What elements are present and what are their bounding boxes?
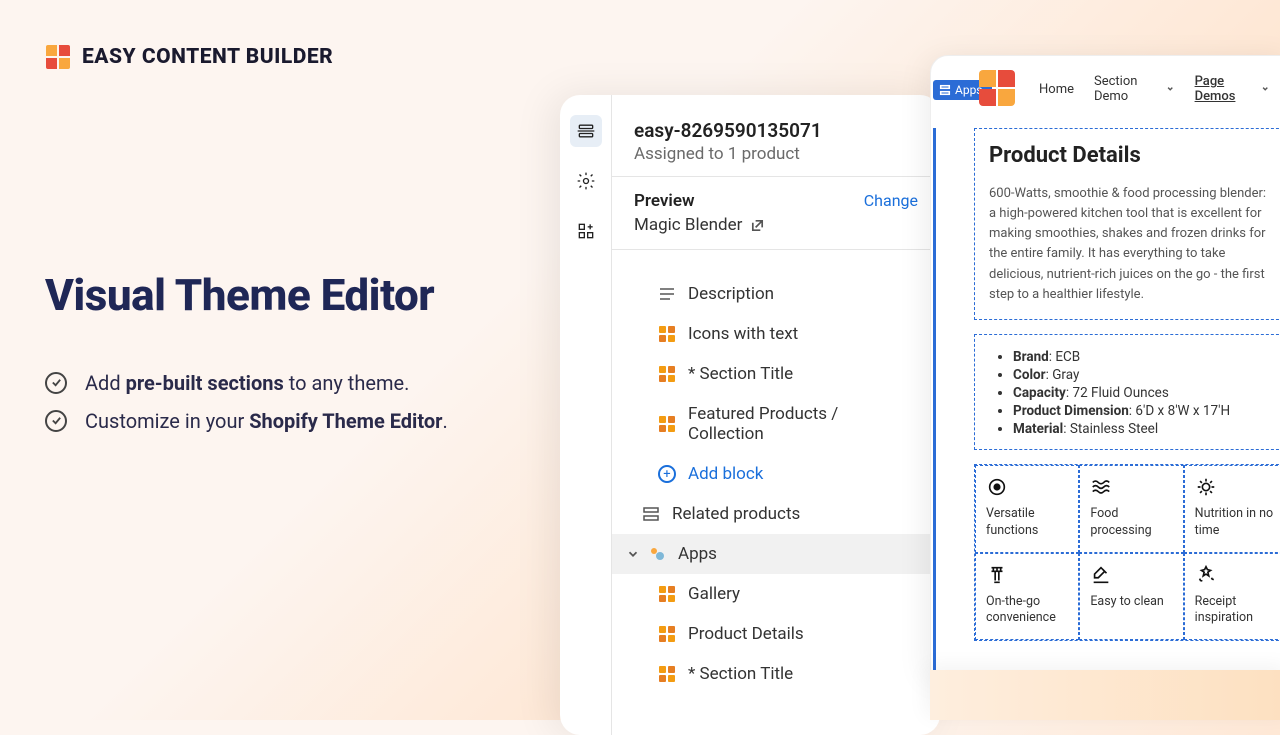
block-section-title-2[interactable]: * Section Title xyxy=(612,654,940,694)
feature-item: Customize in your Shopify Theme Editor. xyxy=(45,409,448,433)
app-block-icon xyxy=(659,666,675,682)
product-details-description: 600-Watts, smoothie & food processing bl… xyxy=(989,184,1274,305)
block-section-title[interactable]: * Section Title xyxy=(612,354,940,394)
feature-icon xyxy=(1090,476,1112,498)
spec-item: Capacity: 72 Fluid Ounces xyxy=(1013,385,1274,401)
feature-label: Receipt inspiration xyxy=(1195,594,1277,628)
block-featured-products[interactable]: Featured Products / Collection xyxy=(612,394,940,454)
feature-item: Add pre-built sections to any theme. xyxy=(45,371,448,395)
chevron-down-icon xyxy=(626,547,640,561)
grid-plus-icon xyxy=(576,221,596,241)
editor-header: easy-8269590135071 Assigned to 1 product xyxy=(612,95,940,177)
feature-icon-cell: Food processing xyxy=(1079,465,1183,553)
nav-section-demo[interactable]: Section Demo xyxy=(1094,74,1175,104)
gear-icon xyxy=(576,171,596,191)
feature-icon-cell: Versatile functions xyxy=(975,465,1079,553)
block-icons-text[interactable]: Icons with text xyxy=(612,314,940,354)
feature-label: Versatile functions xyxy=(986,506,1068,540)
hero-title: Visual Theme Editor xyxy=(45,270,448,321)
section-related-products[interactable]: Related products xyxy=(612,494,940,534)
add-block-button[interactable]: + Add block xyxy=(612,454,940,494)
settings-tab[interactable] xyxy=(570,165,602,197)
feature-icon xyxy=(1195,476,1217,498)
check-icon xyxy=(45,372,67,394)
app-block-icon xyxy=(659,416,675,432)
feature-icon xyxy=(986,564,1008,586)
app-block-icon xyxy=(659,326,675,342)
editor-rail xyxy=(560,95,612,735)
lines-icon xyxy=(658,285,676,303)
block-product-details[interactable]: Product Details xyxy=(612,614,940,654)
chevron-down-icon xyxy=(1166,84,1174,94)
nav-page-demos[interactable]: Page Demos xyxy=(1195,74,1269,104)
brand-name: EASY CONTENT BUILDER xyxy=(82,45,333,69)
apps-tab[interactable] xyxy=(570,215,602,247)
block-gallery[interactable]: Gallery xyxy=(612,574,940,614)
external-link-icon xyxy=(750,218,765,233)
sections-tab[interactable] xyxy=(570,115,602,147)
feature-text: Add pre-built sections to any theme. xyxy=(85,371,409,395)
nav-home[interactable]: Home xyxy=(1039,82,1074,97)
preview-product[interactable]: Magic Blender xyxy=(634,215,918,235)
spec-item: Product Dimension: 6'D x 8'W x 17'H xyxy=(1013,403,1274,419)
template-name: easy-8269590135071 xyxy=(634,119,918,142)
app-block-icon xyxy=(659,366,675,382)
feature-icon xyxy=(1195,564,1217,586)
section-icon xyxy=(642,505,660,523)
app-block-icon xyxy=(659,626,675,642)
change-preview-link[interactable]: Change xyxy=(864,191,918,210)
plus-circle-icon: + xyxy=(658,465,676,483)
site-logo-icon xyxy=(979,70,1015,106)
editor-body: easy-8269590135071 Assigned to 1 product… xyxy=(612,95,940,735)
brand-logo: EASY CONTENT BUILDER xyxy=(46,45,333,69)
feature-text: Customize in your Shopify Theme Editor. xyxy=(85,409,448,433)
feature-list: Add pre-built sections to any theme. Cus… xyxy=(45,371,448,433)
feature-icon-cell: Easy to clean xyxy=(1079,553,1183,641)
block-description[interactable]: Description xyxy=(612,274,940,314)
feature-icon-cell: Nutrition in no time xyxy=(1184,465,1280,553)
hero-section: Visual Theme Editor Add pre-built sectio… xyxy=(45,270,448,447)
chevron-down-icon xyxy=(1261,84,1269,94)
spec-item: Material: Stainless Steel xyxy=(1013,421,1274,437)
app-block-icon xyxy=(659,586,675,602)
sections-list: Description Icons with text * Section Ti… xyxy=(612,250,940,735)
spec-list: Brand: ECB Color: Gray Capacity: 72 Fluid … xyxy=(989,349,1274,437)
feature-label: Easy to clean xyxy=(1090,594,1172,611)
product-details-block[interactable]: Product Details 600-Watts, smoothie & fo… xyxy=(974,128,1280,320)
product-specs-block[interactable]: Brand: ECB Color: Gray Capacity: 72 Fluid … xyxy=(974,334,1280,450)
template-assigned: Assigned to 1 product xyxy=(634,144,918,164)
check-icon xyxy=(45,410,67,432)
spec-item: Brand: ECB xyxy=(1013,349,1274,365)
feature-label: Food processing xyxy=(1090,506,1172,540)
icon-features-block[interactable]: Versatile functions Food processing Nutrit… xyxy=(974,464,1280,642)
spec-item: Color: Gray xyxy=(1013,367,1274,383)
preview-row: Preview Change Magic Blender xyxy=(612,177,940,250)
feature-icon-cell: On-the-go convenience xyxy=(975,553,1079,641)
feature-icon xyxy=(1090,564,1112,586)
feature-icon-cell: Receipt inspiration xyxy=(1184,553,1280,641)
product-details-title: Product Details xyxy=(989,143,1274,168)
decorative-band xyxy=(930,670,1280,720)
theme-editor-panel: easy-8269590135071 Assigned to 1 product… xyxy=(560,95,940,735)
feature-icon xyxy=(986,476,1008,498)
apps-icon xyxy=(648,545,666,563)
feature-label: On-the-go convenience xyxy=(986,594,1068,628)
feature-label: Nutrition in no time xyxy=(1195,506,1277,540)
section-apps[interactable]: Apps xyxy=(612,534,940,574)
preview-label: Preview xyxy=(634,191,695,211)
logo-mark-icon xyxy=(46,45,70,69)
selected-apps-region: Product Details 600-Watts, smoothie & fo… xyxy=(933,128,1280,675)
site-preview-window: Apps Home Section Demo Page Demos Produc… xyxy=(930,55,1280,675)
